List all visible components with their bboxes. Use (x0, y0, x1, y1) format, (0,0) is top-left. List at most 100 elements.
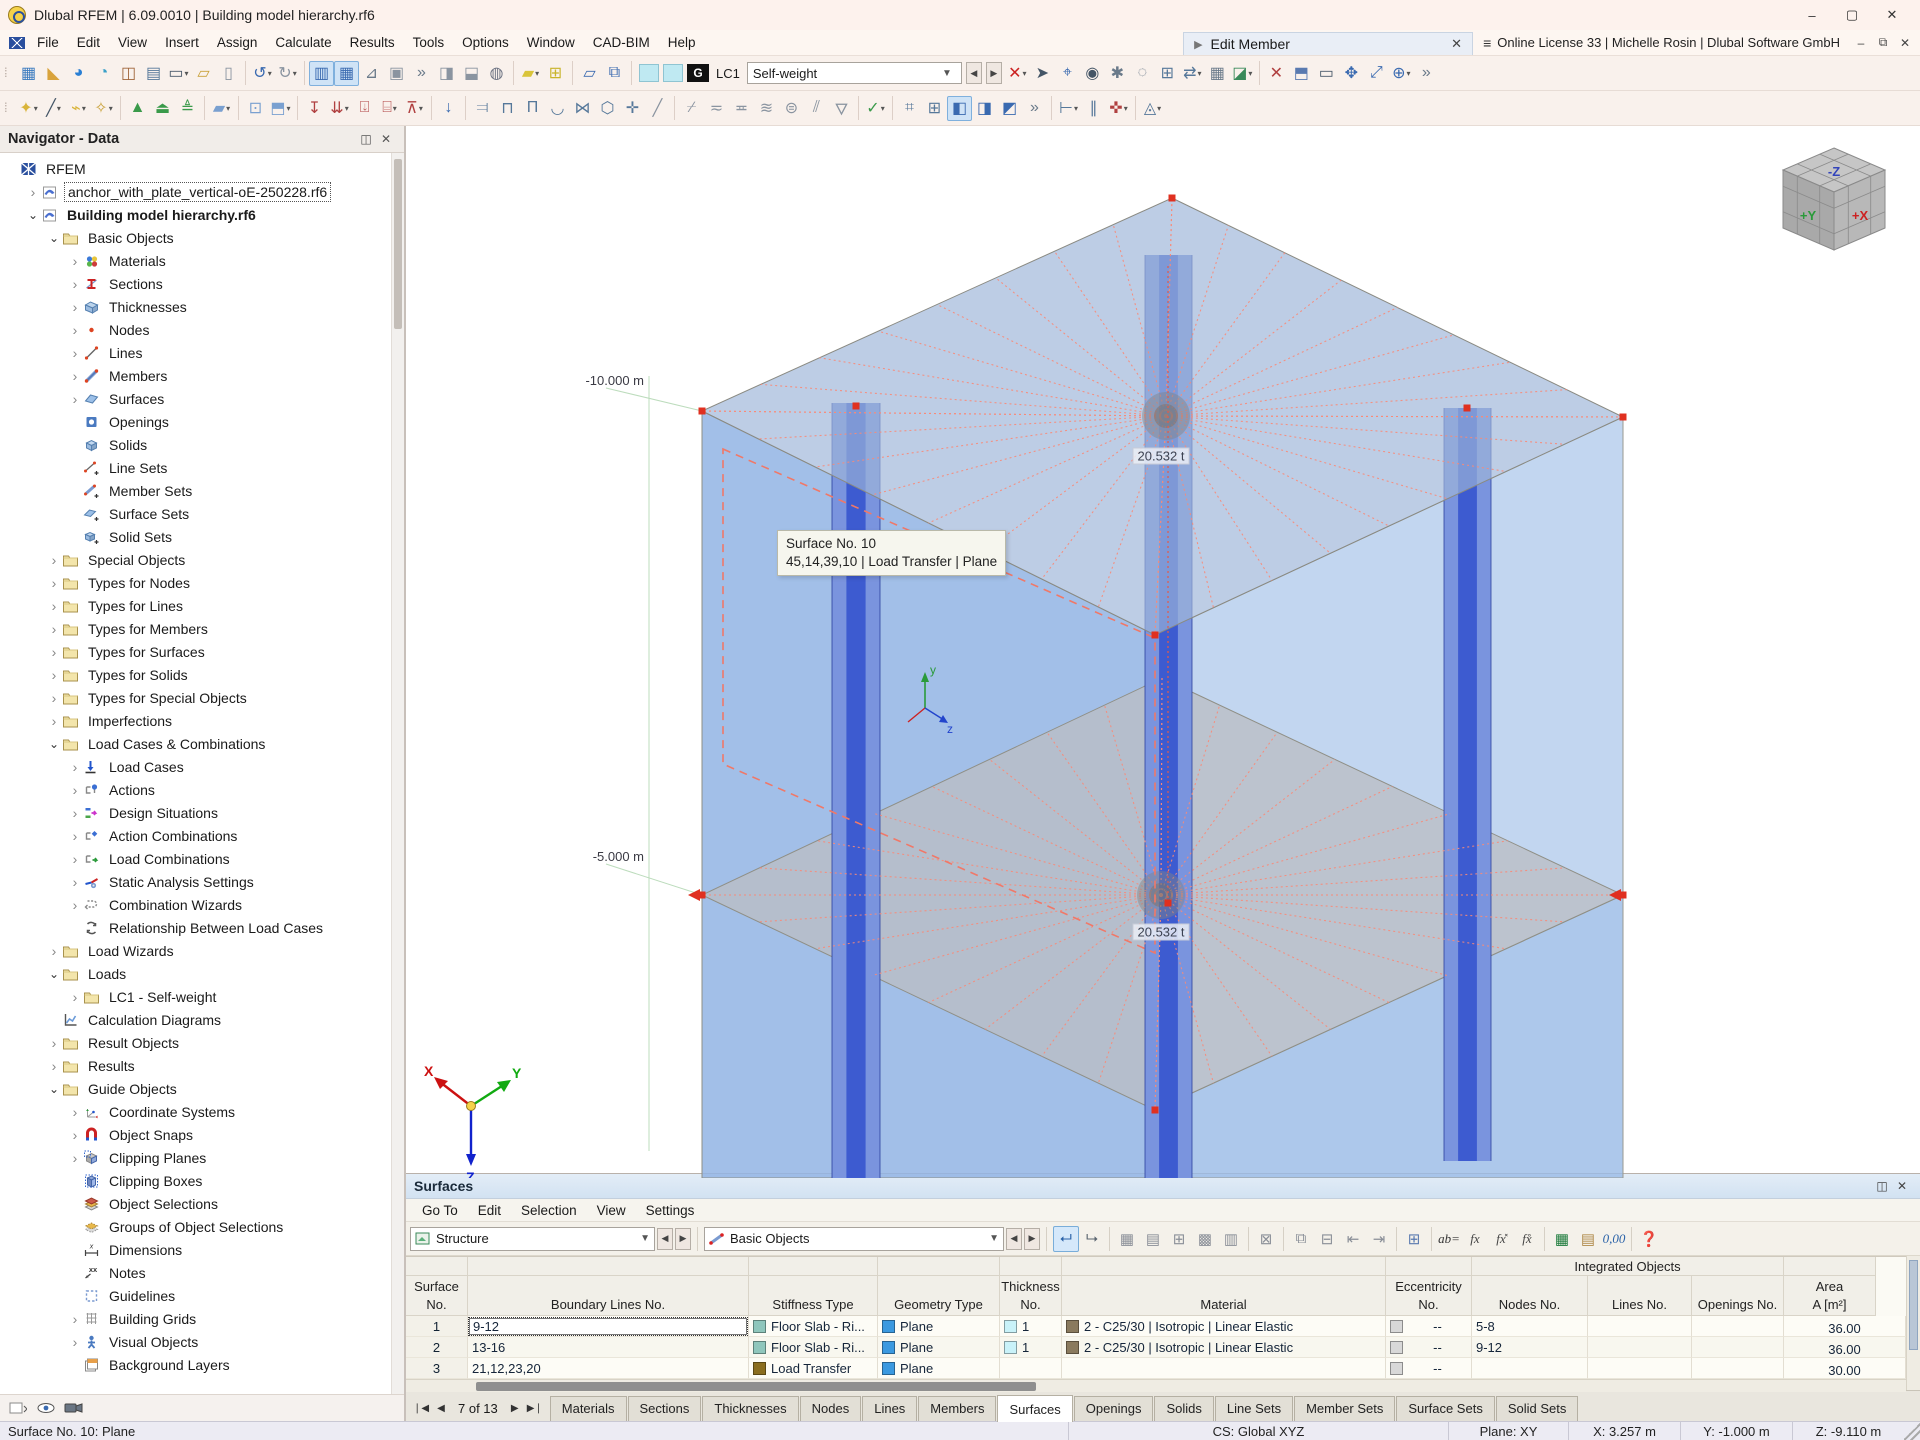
render-more-icon[interactable]: » (1022, 96, 1047, 121)
section-c-icon[interactable]: ≖ (729, 96, 754, 121)
panel-tab-close-icon[interactable]: ✕ (1451, 36, 1462, 52)
chevron-down-icon[interactable]: ▼ (640, 1233, 650, 1244)
new-opening-icon[interactable]: ⊡ (243, 96, 268, 121)
nodal-support-icon[interactable]: ▲ (125, 96, 150, 121)
table-row-surface-2[interactable]: 213-16Floor Slab - Ri...Plane12 - C25/30… (406, 1337, 1906, 1358)
expand-icon[interactable]: › (46, 621, 62, 637)
select-chain-icon[interactable]: ⮡ (1079, 1226, 1105, 1252)
expand-icon[interactable]: › (46, 598, 62, 614)
diagram-view-icon[interactable]: ⊿ (359, 61, 384, 86)
tree-item-load-cases-combinations[interactable]: ⌄Load Cases & Combinations (0, 732, 404, 755)
menu-window[interactable]: Window (518, 30, 584, 55)
tree-item-anchor-with-plate-vertical-oe-250228-rf6[interactable]: ›anchor_with_plate_vertical-oE-250228.rf… (0, 180, 404, 203)
section-e-icon[interactable]: ⊜ (779, 96, 804, 121)
collapse-icon[interactable]: ⌄ (46, 231, 62, 245)
tree-item-dimensions[interactable]: xDimensions (0, 1238, 404, 1261)
menu-edit[interactable]: Edit (68, 30, 109, 55)
tree-item-object-selections[interactable]: Object Selections (0, 1192, 404, 1215)
panel-float-icon[interactable]: ⧉ (1872, 35, 1894, 50)
expand-icon[interactable]: › (67, 1127, 83, 1143)
tree-item-static-analysis-settings[interactable]: ›Static Analysis Settings (0, 870, 404, 893)
drop-tool-icon[interactable]: 🜄 (829, 96, 854, 121)
tree-item-design-situations[interactable]: ›Design Situations (0, 801, 404, 824)
report-send-icon[interactable]: ▤ (1575, 1226, 1601, 1252)
expand-icon[interactable]: › (46, 1058, 62, 1074)
table-tab-lines[interactable]: Lines (862, 1396, 917, 1421)
table-tab-nodes[interactable]: Nodes (800, 1396, 862, 1421)
print-icon[interactable]: ▭▾ (166, 61, 191, 86)
tree-item-building-grids[interactable]: ›Building Grids (0, 1307, 404, 1330)
open-cloud-icon[interactable]: ◔ (91, 61, 116, 86)
table-row-surface-1[interactable]: 19-12Floor Slab - Ri...Plane12 - C25/30 … (406, 1316, 1906, 1337)
panel-minimize-icon[interactable]: – (1850, 36, 1872, 50)
surface-load-icon[interactable]: ⌸▾ (377, 96, 402, 121)
tree-item-visual-objects[interactable]: ›Visual Objects (0, 1330, 404, 1353)
pager-last-icon[interactable]: ▶❘ (526, 1403, 544, 1414)
tree-item-object-snaps[interactable]: ›Object Snaps (0, 1123, 404, 1146)
new-line-icon[interactable]: ╱▾ (41, 96, 66, 121)
divide-tool-icon[interactable]: ╱ (645, 96, 670, 121)
pager-prev-icon[interactable]: ◀ (432, 1403, 450, 1414)
expand-icon[interactable]: › (46, 1035, 62, 1051)
resize-tool-icon[interactable]: ⤢ (1364, 61, 1389, 86)
pager-first-icon[interactable]: ❘◀ (412, 1403, 430, 1414)
navigator-close-icon[interactable]: ✕ (376, 132, 396, 146)
free-load-icon[interactable]: ⊼▾ (402, 96, 427, 121)
expand-icon[interactable]: › (46, 552, 62, 568)
tree-item-load-cases[interactable]: ›Load Cases (0, 755, 404, 778)
load-case-prev-button[interactable]: ◀ (966, 62, 982, 84)
expand-icon[interactable]: › (67, 345, 83, 361)
printout-report-icon[interactable]: ▤ (141, 61, 166, 86)
tree-item-line-sets[interactable]: Line Sets (0, 456, 404, 479)
expand-icon[interactable]: › (67, 989, 83, 1005)
expand-icon[interactable]: › (67, 1311, 83, 1327)
dlubal-online-icon[interactable]: ◕ (66, 61, 91, 86)
col-expand-icon[interactable]: ⇥ (1366, 1226, 1392, 1252)
rfem-menu-icon[interactable] (6, 30, 28, 55)
navigator-scrollbar[interactable] (391, 153, 404, 1394)
redo-icon[interactable]: ↻▾ (275, 61, 300, 86)
load-case-color-2[interactable] (663, 64, 683, 82)
tree-item-loads[interactable]: ⌄Loads (0, 962, 404, 985)
toolbar-grip[interactable]: ⁞ (4, 68, 14, 78)
surfaces-panel-float-icon[interactable]: ◫ (1872, 1179, 1892, 1193)
tree-item-solids[interactable]: Solids (0, 433, 404, 456)
table-group-next-button[interactable]: ▶ (675, 1228, 691, 1250)
new-solid-icon[interactable]: ⬒▾ (268, 96, 293, 121)
render-solid-icon[interactable]: ◧ (947, 96, 972, 121)
minimize-button[interactable]: – (1792, 2, 1832, 28)
column-header-no[interactable]: EccentricityNo. (1386, 1276, 1472, 1316)
grid-view-icon[interactable]: ▦ (334, 61, 359, 86)
tree-item-materials[interactable]: ›Materials (0, 249, 404, 272)
table-tab-line-sets[interactable]: Line Sets (1215, 1396, 1293, 1421)
crosshair-tool-icon[interactable]: ✜▾ (1106, 96, 1131, 121)
iso-box-icon[interactable]: ⬡ (595, 96, 620, 121)
panel-right-icon[interactable]: ◨ (434, 61, 459, 86)
menu-file[interactable]: File (28, 30, 68, 55)
hatch-tool-icon[interactable]: ⫽ (804, 96, 829, 121)
section-d-icon[interactable]: ≋ (754, 96, 779, 121)
tree-item-types-for-special-objects[interactable]: ›Types for Special Objects (0, 686, 404, 709)
load-case-color-1[interactable] (639, 64, 659, 82)
more-tools-icon[interactable]: » (1414, 61, 1439, 86)
imposed-load-icon[interactable]: ↓ (436, 96, 461, 121)
line-support-icon[interactable]: ⏏ (150, 96, 175, 121)
table-tab-solid-sets[interactable]: Solid Sets (1496, 1396, 1579, 1421)
tree-item-members[interactable]: ›Members (0, 364, 404, 387)
collapse-icon[interactable]: ⌄ (25, 208, 41, 222)
col-shrink-icon[interactable]: ⇤ (1340, 1226, 1366, 1252)
row-copy-icon[interactable]: ⧉ (1288, 1226, 1314, 1252)
table-compact-icon[interactable]: ▤ (1140, 1226, 1166, 1252)
boundary-lines-edit-field[interactable]: 9-12 (469, 1318, 747, 1335)
arc-tool-icon[interactable]: ◡ (545, 96, 570, 121)
toolbar-grip-2[interactable]: ⁞ (4, 103, 14, 113)
tree-item-clipping-planes[interactable]: ›Clipping Planes (0, 1146, 404, 1169)
panel-close-icon[interactable]: ✕ (1894, 36, 1916, 50)
menu-tools[interactable]: Tools (404, 30, 454, 55)
panel-next-icon[interactable]: » (409, 61, 434, 86)
view-table-icon[interactable]: ⊞ (1401, 1226, 1427, 1252)
copy-window-icon[interactable]: ⧉ (602, 61, 627, 86)
rename-ab-icon[interactable]: ab= (1436, 1226, 1462, 1252)
solid-tool-icon[interactable]: ⬒ (1289, 61, 1314, 86)
load-case-combobox[interactable]: Self-weight ▼ (747, 62, 962, 84)
